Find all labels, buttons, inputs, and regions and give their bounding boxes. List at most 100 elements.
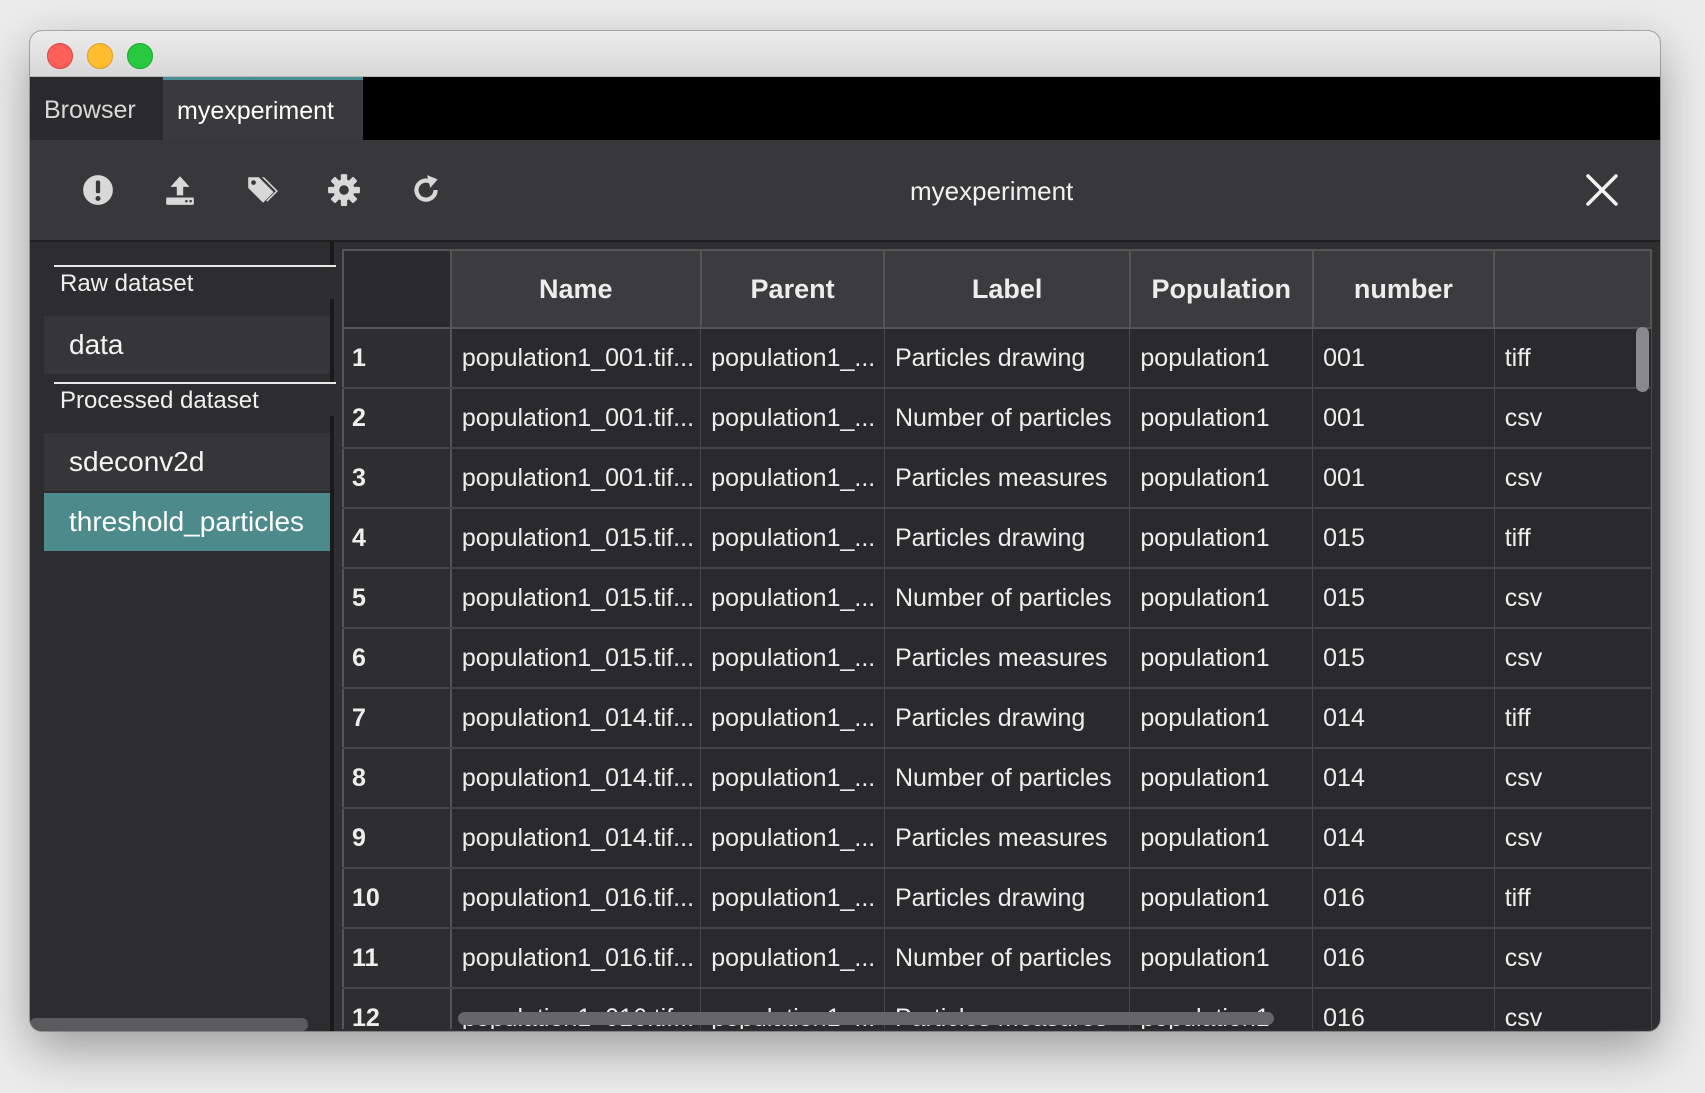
column-header-population[interactable]: Population [1128,249,1314,329]
cell-label[interactable]: Number of particles [884,388,1131,449]
table-row[interactable]: 9 population1_014.tif... population1_... Pa… [342,808,1652,869]
upload-icon[interactable] [160,170,200,210]
cell-number[interactable]: 001 [1312,448,1495,509]
cell-name[interactable]: population1_001.tif... [450,448,702,509]
cell-number[interactable]: 001 [1312,388,1495,449]
sidebar-item-data[interactable]: data [44,316,330,374]
cell-label[interactable]: Particles drawing [884,508,1131,569]
cell-number[interactable]: 016 [1312,868,1495,929]
cell-population[interactable]: population1 [1129,688,1314,749]
cell-parent[interactable]: population1_... [700,388,885,449]
cell-label[interactable]: Number of particles [884,748,1131,809]
column-header-parent[interactable]: Parent [699,249,886,329]
cell-name[interactable]: population1_015.tif... [450,568,702,629]
cell-name[interactable]: population1_001.tif... [450,328,702,389]
sidebar-scrollbar[interactable] [30,1018,308,1031]
table-row[interactable]: 6 population1_015.tif... population1_... Pa… [342,628,1652,689]
cell-label[interactable]: Particles measures [884,628,1131,689]
sidebar-item-sdeconv2d[interactable]: sdeconv2d [44,433,330,491]
cell-population[interactable]: population1 [1129,448,1314,509]
cell-population[interactable]: population1 [1129,628,1314,689]
cell-format[interactable]: csv [1494,628,1652,689]
cell-number[interactable]: 015 [1312,568,1495,629]
cell-format[interactable]: csv [1494,448,1652,509]
cell-label[interactable]: Particles drawing [884,688,1131,749]
cell-format[interactable]: csv [1494,928,1652,989]
table-row[interactable]: 2 population1_001.tif... population1_... Nu… [342,388,1652,449]
table-vertical-scrollbar[interactable] [1636,327,1649,392]
column-header-number[interactable]: number [1311,249,1496,329]
table-row[interactable]: 8 population1_014.tif... population1_... Nu… [342,748,1652,809]
table-row[interactable]: 5 population1_015.tif... population1_... Nu… [342,568,1652,629]
close-window-button[interactable] [47,43,73,69]
cell-name[interactable]: population1_001.tif... [450,388,702,449]
column-header-label[interactable]: Label [883,249,1131,329]
cell-parent[interactable]: population1_... [700,628,885,689]
cell-number[interactable]: 014 [1312,808,1495,869]
table-row[interactable]: 1 population1_001.tif... population1_... Pa… [342,328,1652,389]
cell-population[interactable]: population1 [1129,748,1314,809]
cell-name[interactable]: population1_016.tif... [450,868,702,929]
refresh-icon[interactable] [406,170,446,210]
cell-format[interactable]: csv [1494,748,1652,809]
cell-number[interactable]: 014 [1312,688,1495,749]
cell-name[interactable]: population1_015.tif... [450,628,702,689]
table-row[interactable]: 7 population1_014.tif... population1_... Pa… [342,688,1652,749]
cell-parent[interactable]: population1_... [700,808,885,869]
cell-population[interactable]: population1 [1129,508,1314,569]
cell-number[interactable]: 001 [1312,328,1495,389]
cell-parent[interactable]: population1_... [700,868,885,929]
cell-population[interactable]: population1 [1129,568,1314,629]
cell-label[interactable]: Particles drawing [884,868,1131,929]
cell-format[interactable]: csv [1494,388,1652,449]
cell-format[interactable]: tiff [1494,688,1652,749]
cell-population[interactable]: population1 [1129,328,1314,389]
cell-name[interactable]: population1_014.tif... [450,748,702,809]
cell-format[interactable]: csv [1494,808,1652,869]
cell-parent[interactable]: population1_... [700,928,885,989]
cell-label[interactable]: Number of particles [884,928,1131,989]
exclamation-icon[interactable] [78,170,118,210]
cell-name[interactable]: population1_015.tif... [450,508,702,569]
cell-number[interactable]: 016 [1312,988,1495,1029]
minimize-window-button[interactable] [87,43,113,69]
table-row[interactable]: 10 population1_016.tif... population1_... P… [342,868,1652,929]
table-row[interactable]: 3 population1_001.tif... population1_... Pa… [342,448,1652,509]
cell-format[interactable]: csv [1494,988,1652,1029]
cell-name[interactable]: population1_014.tif... [450,688,702,749]
cell-number[interactable]: 016 [1312,928,1495,989]
tags-icon[interactable] [242,170,282,210]
cell-number[interactable]: 015 [1312,628,1495,689]
maximize-window-button[interactable] [127,43,153,69]
cell-name[interactable]: population1_014.tif... [450,808,702,869]
cell-label[interactable]: Particles measures [884,448,1131,509]
sidebar-item-threshold-particles[interactable]: threshold_particles [44,493,330,551]
column-header-format[interactable] [1493,249,1652,329]
cell-population[interactable]: population1 [1129,868,1314,929]
cell-population[interactable]: population1 [1129,808,1314,869]
column-header-name[interactable]: Name [449,249,702,329]
cell-parent[interactable]: population1_... [700,568,885,629]
gear-icon[interactable] [324,170,364,210]
cell-label[interactable]: Number of particles [884,568,1131,629]
cell-population[interactable]: population1 [1129,928,1314,989]
table-horizontal-scrollbar[interactable] [458,1012,1274,1025]
cell-format[interactable]: tiff [1494,868,1652,929]
table-row[interactable]: 4 population1_015.tif... population1_... Pa… [342,508,1652,569]
cell-parent[interactable]: population1_... [700,748,885,809]
cell-parent[interactable]: population1_... [700,448,885,509]
cell-format[interactable]: tiff [1494,328,1652,389]
cell-parent[interactable]: population1_... [700,688,885,749]
tab-myexperiment[interactable]: myexperiment [163,77,363,143]
cell-number[interactable]: 014 [1312,748,1495,809]
cell-format[interactable]: tiff [1494,508,1652,569]
table-row[interactable]: 11 population1_016.tif... population1_... N… [342,928,1652,989]
cell-name[interactable]: population1_016.tif... [450,928,702,989]
cell-population[interactable]: population1 [1129,388,1314,449]
cell-label[interactable]: Particles drawing [884,328,1131,389]
cell-label[interactable]: Particles measures [884,808,1131,869]
cell-number[interactable]: 015 [1312,508,1495,569]
cell-parent[interactable]: population1_... [700,508,885,569]
cell-parent[interactable]: population1_... [700,328,885,389]
close-icon[interactable] [1582,170,1622,210]
